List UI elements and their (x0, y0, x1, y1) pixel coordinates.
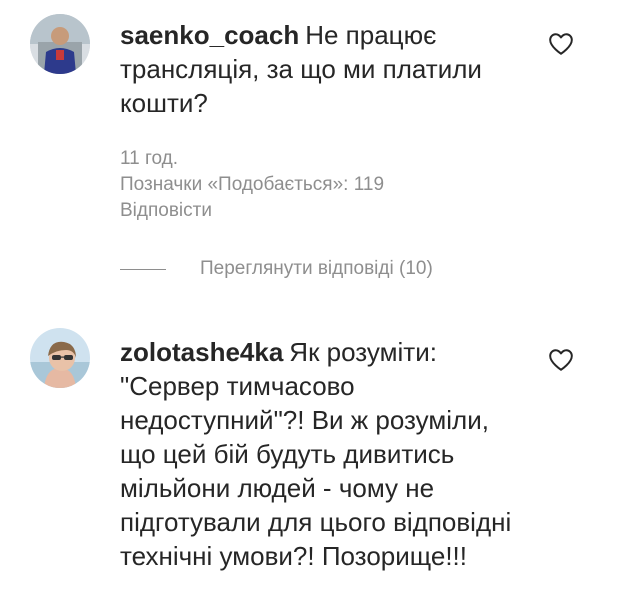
like-button[interactable] (548, 348, 574, 372)
heart-icon (549, 349, 573, 371)
heart-icon (549, 33, 573, 55)
avatar-image-zolotashe4ka (30, 328, 90, 388)
comment-text-block: zolotashe4ka Як розуміти: "Сервер тимчасо… (120, 335, 516, 573)
comment-meta: 11 год. Позначки «Подобається»: 119 Відп… (120, 146, 384, 224)
like-button[interactable] (548, 32, 574, 56)
avatar[interactable] (30, 328, 90, 388)
likes-count-link[interactable]: Позначки «Подобається»: 119 (120, 172, 384, 198)
comment-text: Як розуміти: "Сервер тимчасово недоступн… (120, 337, 512, 571)
view-replies-button[interactable]: Переглянути відповіді (10) (120, 258, 433, 280)
avatar-image-saenko (30, 14, 90, 74)
view-replies-label: Переглянути відповіді (10) (200, 258, 433, 279)
comment-username[interactable]: zolotashe4ka (120, 337, 283, 367)
comment-time: 11 год. (120, 148, 179, 169)
comment-username[interactable]: saenko_coach (120, 20, 299, 50)
comment-text-block: saenko_coach Не працює трансляція, за що … (120, 18, 520, 120)
replies-divider-line (120, 268, 166, 270)
avatar[interactable] (30, 14, 90, 74)
reply-button[interactable]: Відповісти (120, 198, 384, 224)
